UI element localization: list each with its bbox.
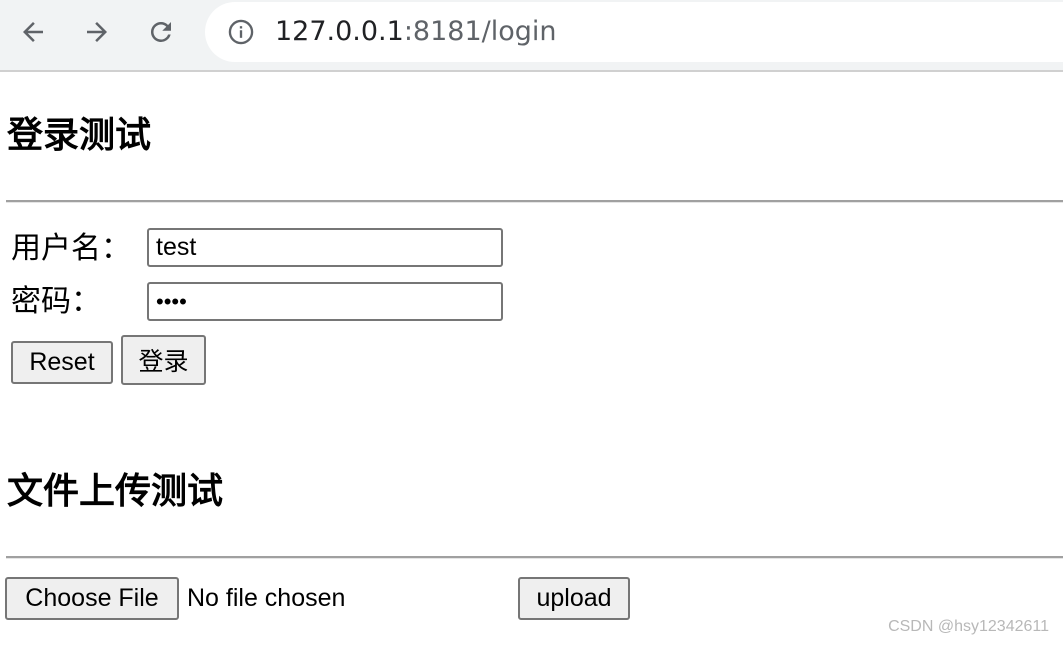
back-button[interactable] — [13, 12, 53, 52]
username-input[interactable]: test — [147, 228, 503, 267]
upload-section-title: 文件上传测试 — [7, 471, 224, 512]
forward-arrow-icon — [87, 22, 107, 42]
watermark: CSDN @hsy12342611 — [888, 618, 1049, 635]
url-text: 127.0.0.1:8181/login — [275, 14, 557, 50]
forward-button[interactable] — [77, 12, 117, 52]
password-value: •••• — [156, 289, 187, 314]
url-host: 127.0.0.1 — [275, 16, 404, 47]
page-content: 登录测试 用户名： test 密码： •••• Reset 登录 文件上传测试 … — [0, 72, 1063, 646]
username-label: 用户名： — [11, 231, 131, 266]
reload-icon — [150, 21, 171, 42]
file-status-text: No file chosen — [187, 584, 346, 612]
password-label: 密码： — [11, 284, 101, 319]
reset-button[interactable]: Reset — [11, 341, 113, 384]
browser-toolbar: 127.0.0.1:8181/login — [0, 0, 1063, 72]
choose-file-button[interactable]: Choose File — [5, 577, 179, 620]
upload-button[interactable]: upload — [518, 577, 630, 620]
login-button[interactable]: 登录 — [121, 335, 206, 385]
username-value: test — [156, 233, 197, 261]
login-section-title: 登录测试 — [7, 115, 152, 156]
login-divider — [6, 200, 1063, 203]
url-path: :8181/login — [403, 16, 557, 47]
back-arrow-icon — [23, 22, 43, 42]
password-input[interactable]: •••• — [147, 282, 503, 321]
info-icon[interactable] — [227, 18, 255, 46]
address-bar[interactable]: 127.0.0.1:8181/login — [205, 2, 1063, 62]
reload-button[interactable] — [141, 12, 181, 52]
upload-divider — [6, 556, 1063, 559]
